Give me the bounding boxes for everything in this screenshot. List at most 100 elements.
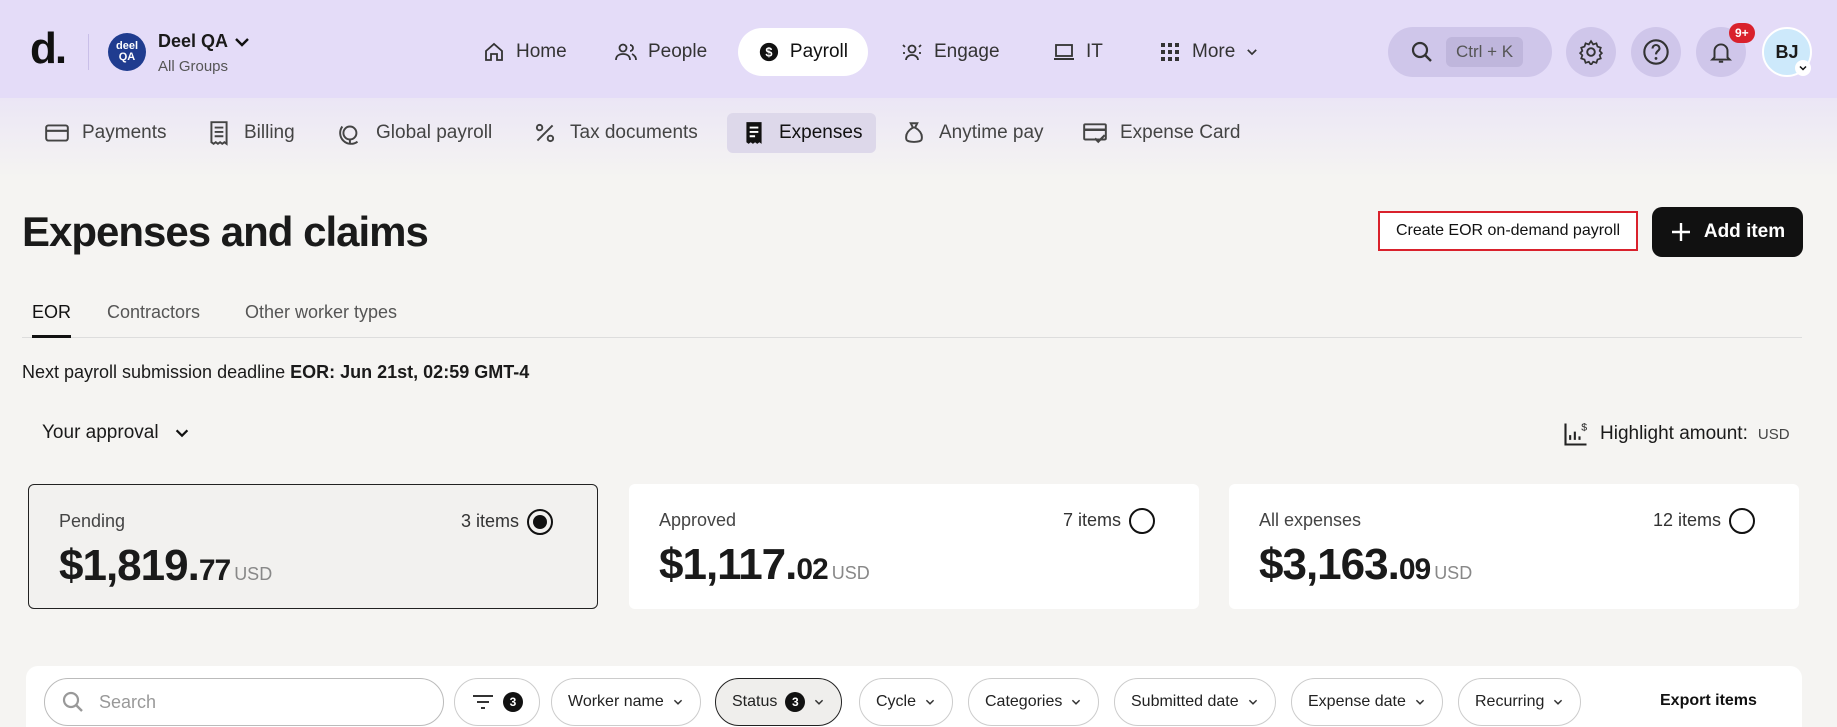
help-button[interactable] <box>1631 27 1681 77</box>
page-title: Expenses and claims <box>22 208 429 255</box>
subnav-anytime-pay[interactable]: Anytime pay <box>887 113 1058 153</box>
card-count: 12 items <box>1652 510 1721 530</box>
svg-text:$: $ <box>765 45 772 60</box>
chip-recurring[interactable]: Recurring <box>1458 678 1582 726</box>
chip-submitted-date[interactable]: Submitted date <box>1114 678 1276 726</box>
chevron-down-icon[interactable] <box>232 32 252 52</box>
amount-cents: 77 <box>198 554 231 587</box>
chip-label: Expense date <box>1308 693 1406 710</box>
plus-icon <box>1671 223 1690 241</box>
filters-button[interactable]: 3 <box>454 678 540 726</box>
chip-label: Submitted date <box>1131 693 1239 710</box>
filter-count: 3 <box>503 692 523 712</box>
card-label: Pending <box>59 511 126 531</box>
approval-filter-label: Your approval <box>42 422 159 443</box>
highlight-amount-label: Highlight amount: <box>1600 423 1748 444</box>
amount-currency: USD <box>1434 563 1473 583</box>
dollar-icon: $ <box>759 42 779 62</box>
search-input[interactable]: Search <box>44 678 444 726</box>
settings-button[interactable] <box>1566 27 1616 77</box>
create-eor-payroll-button[interactable]: Create EOR on-demand payroll <box>1378 211 1638 251</box>
chevron-down-icon <box>925 699 935 705</box>
search-shortcut: Ctrl + K <box>1446 37 1524 67</box>
subnav-tax-documents[interactable]: Tax documents <box>518 113 712 153</box>
chevron-down-icon[interactable] <box>1795 60 1811 76</box>
org-name[interactable]: Deel QA <box>158 31 228 52</box>
subnav-billing[interactable]: Billing <box>192 113 309 153</box>
chevron-down-icon <box>1554 699 1563 705</box>
tab-contractors[interactable]: Contractors <box>107 302 200 335</box>
subnav-global-payroll-label: Global payroll <box>376 122 493 143</box>
nav-home-label: Home <box>516 41 567 62</box>
card-label: All expenses <box>1259 510 1362 530</box>
card-label: Approved <box>659 510 737 530</box>
add-item-label: Add item <box>1703 221 1786 242</box>
subnav-global-payroll[interactable]: Global payroll <box>324 113 506 153</box>
filter-icon <box>473 695 493 709</box>
approved-card[interactable]: Approved 7 items $1,117.02 USD <box>629 484 1199 609</box>
card-amount: $1,117.02 USD <box>659 540 870 590</box>
search-icon <box>62 691 83 712</box>
nav-more[interactable]: More <box>1138 28 1279 76</box>
chip-label: Cycle <box>876 693 917 710</box>
card-radio[interactable] <box>1729 508 1755 534</box>
amount-whole: $3,163. <box>1259 540 1400 589</box>
approval-filter-dropdown[interactable]: Your approval <box>42 422 191 444</box>
chip-label: Categories <box>985 693 1063 710</box>
chip-cycle[interactable]: Cycle <box>859 678 954 726</box>
status-count: 3 <box>785 692 806 712</box>
tab-other-worker-types[interactable]: Other worker types <box>245 302 397 335</box>
nav-engage-label: Engage <box>934 41 1000 62</box>
divider <box>88 34 89 70</box>
help-icon <box>1643 39 1669 65</box>
notifications-badge: 9+ <box>1729 23 1755 43</box>
home-icon <box>485 42 503 61</box>
all-expenses-card[interactable]: All expenses 12 items $3,163.09 USD <box>1229 484 1799 609</box>
chip-status[interactable]: Status 3 <box>715 678 843 726</box>
tab-eor[interactable]: EOR <box>32 302 72 338</box>
subnav-expense-card[interactable]: Expense Card <box>1068 113 1254 153</box>
nav-people[interactable]: People <box>594 28 727 76</box>
subnav-payments[interactable]: Payments <box>30 113 180 153</box>
org-avatar[interactable]: deel QA <box>108 33 146 71</box>
deel-logo[interactable]: d. <box>30 24 67 74</box>
export-items-button[interactable]: Export items <box>1660 692 1757 710</box>
nav-engage[interactable]: Engage <box>880 28 1020 76</box>
chip-label: Recurring <box>1475 693 1545 710</box>
subnav-expenses[interactable]: Expenses <box>727 113 877 153</box>
gear-icon <box>1578 39 1604 65</box>
pending-card[interactable]: Pending 3 items $1,819.77 USD <box>28 484 598 609</box>
expense-receipt-icon <box>746 122 762 144</box>
global-search[interactable]: Ctrl + K <box>1388 27 1552 77</box>
card-check-icon <box>1083 123 1107 144</box>
chip-categories[interactable]: Categories <box>968 678 1100 726</box>
user-initials: BJ <box>1775 41 1799 62</box>
chevron-down-icon <box>1415 699 1424 705</box>
amount-cents: 02 <box>796 553 828 586</box>
nav-it[interactable]: IT <box>1032 28 1123 76</box>
org-avatar-text: deel QA <box>115 40 138 63</box>
deadline-prefix: Next payroll submission deadline <box>22 362 291 382</box>
nav-more-label: More <box>1192 41 1236 62</box>
add-item-button[interactable]: Add item <box>1652 207 1803 257</box>
card-count: 7 items <box>1062 510 1121 530</box>
amount-whole: $1,819. <box>59 541 200 590</box>
subnav-anytime-pay-label: Anytime pay <box>939 122 1044 143</box>
chip-expense-date[interactable]: Expense date <box>1291 678 1443 726</box>
highlight-amount-toggle[interactable]: $ Highlight amount: USD <box>1562 420 1790 448</box>
amount-currency: USD <box>831 563 870 583</box>
globe-payroll-icon <box>339 125 359 145</box>
chevron-down-icon <box>1247 49 1258 56</box>
grid-icon <box>1161 43 1179 61</box>
nav-payroll[interactable]: $ Payroll <box>738 28 868 76</box>
search-placeholder: Search <box>99 691 157 712</box>
amount-currency: USD <box>234 564 273 584</box>
svg-text:$: $ <box>1581 422 1587 434</box>
nav-home[interactable]: Home <box>462 28 587 76</box>
card-radio[interactable] <box>527 509 553 535</box>
credit-card-icon <box>45 124 69 142</box>
chip-worker-name[interactable]: Worker name <box>551 678 701 726</box>
card-radio[interactable] <box>1129 508 1155 534</box>
engage-icon <box>902 44 922 61</box>
nav-payroll-label: Payroll <box>789 41 848 62</box>
